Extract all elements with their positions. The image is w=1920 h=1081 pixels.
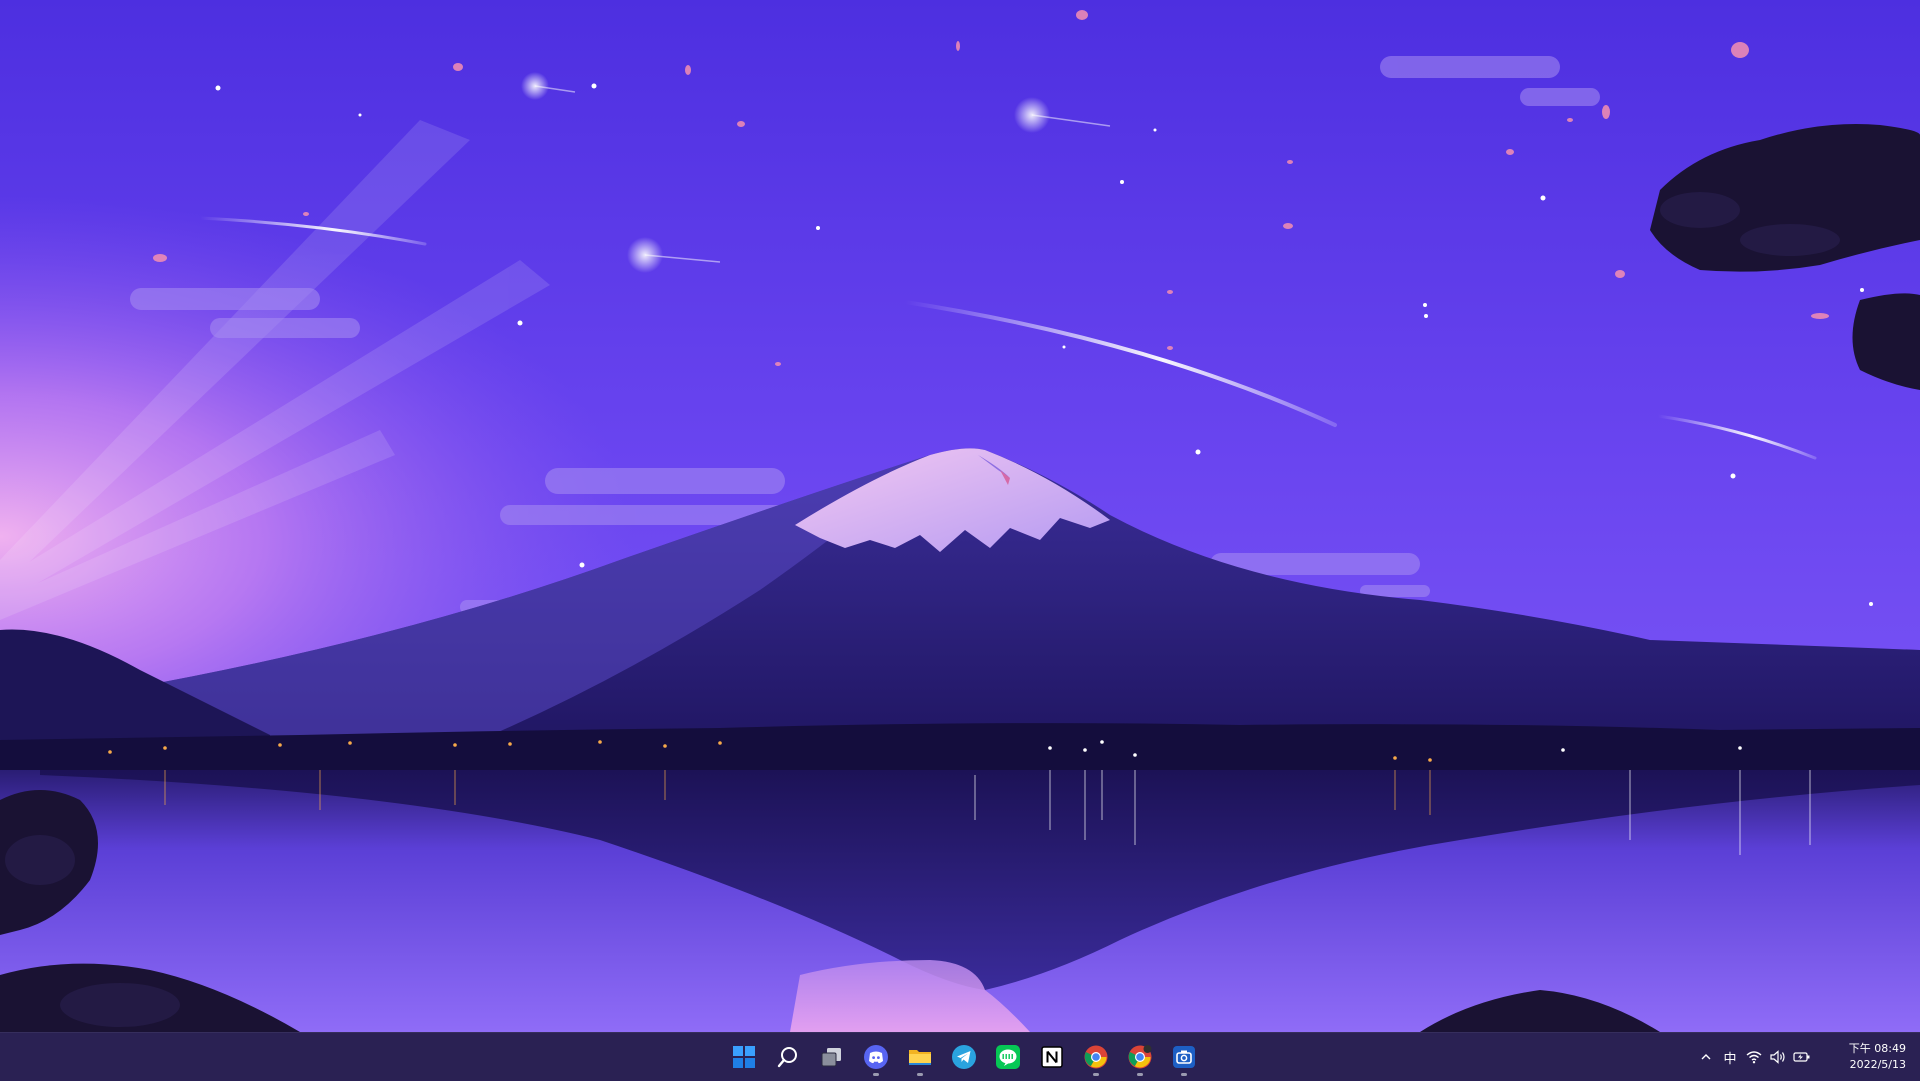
- line-icon: [996, 1045, 1020, 1069]
- taskbar-app-telegram[interactable]: [944, 1037, 984, 1077]
- show-desktop-button[interactable]: [1916, 1041, 1920, 1073]
- desktop-wallpaper: [0, 0, 1920, 1032]
- clock-date: 2022/5/13: [1849, 1058, 1906, 1071]
- task-view-button[interactable]: [812, 1037, 852, 1077]
- running-indicator: [1181, 1073, 1187, 1076]
- clock-time: 下午 08:49: [1848, 1042, 1906, 1055]
- notion-icon: [1041, 1046, 1063, 1068]
- taskbar-app-notion[interactable]: [1032, 1037, 1072, 1077]
- wifi-button[interactable]: [1743, 1042, 1765, 1072]
- taskbar-app-chrome-1[interactable]: [1076, 1037, 1116, 1077]
- taskbar: 中 下午 08:49 2022/5/13: [0, 1032, 1920, 1081]
- ime-indicator[interactable]: 中: [1719, 1042, 1741, 1072]
- search-button[interactable]: [768, 1037, 808, 1077]
- running-indicator: [917, 1073, 923, 1076]
- start-button[interactable]: [724, 1037, 764, 1077]
- taskbar-app-screen-capture[interactable]: [1164, 1037, 1204, 1077]
- taskbar-app-discord[interactable]: [856, 1037, 896, 1077]
- search-icon: [777, 1047, 797, 1068]
- show-hidden-icons-button[interactable]: [1695, 1042, 1717, 1072]
- running-indicator: [873, 1073, 879, 1076]
- taskbar-app-line[interactable]: [988, 1037, 1028, 1077]
- wifi-icon: [1746, 1051, 1762, 1064]
- battery-charging-icon: [1793, 1052, 1810, 1062]
- taskbar-app-chrome-2[interactable]: [1120, 1037, 1160, 1077]
- clock-button[interactable]: 下午 08:49 2022/5/13: [1820, 1041, 1906, 1073]
- folder-icon: [909, 1050, 931, 1065]
- taskbar-app-strip: [722, 1033, 1206, 1081]
- battery-button[interactable]: [1791, 1042, 1813, 1072]
- volume-button[interactable]: [1767, 1042, 1789, 1072]
- telegram-icon: [952, 1045, 976, 1069]
- taskbar-app-file-explorer[interactable]: [900, 1037, 940, 1077]
- speaker-icon: [1770, 1050, 1785, 1064]
- running-indicator: [1137, 1073, 1143, 1076]
- windows-start-icon: [733, 1046, 755, 1068]
- discord-icon: [864, 1045, 888, 1069]
- task-view-icon: [821, 1048, 841, 1067]
- running-indicator: [1093, 1073, 1099, 1076]
- chrome-icon: [1128, 1045, 1152, 1069]
- chrome-icon: [1084, 1045, 1108, 1069]
- camera-app-icon: [1173, 1046, 1195, 1068]
- system-tray: 中 下午 08:49 2022/5/13: [1694, 1033, 1920, 1081]
- wallpaper-illustration: [0, 0, 1920, 1032]
- chevron-up-icon: [1701, 1054, 1711, 1060]
